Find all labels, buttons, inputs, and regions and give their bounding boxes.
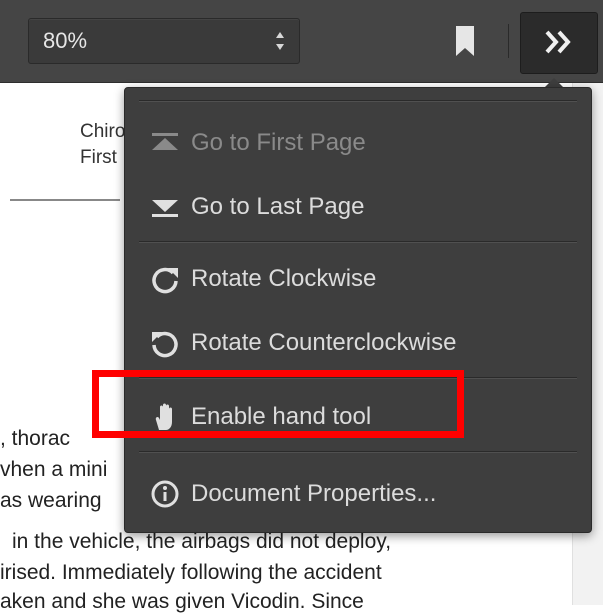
doc-text-line: in the vehicle, the airbags did not depl… (12, 530, 392, 553)
menu-item-last-page[interactable]: Go to Last Page (145, 184, 575, 230)
secondary-toolbar-toggle[interactable] (520, 12, 598, 74)
menu-divider (139, 451, 577, 453)
menu-item-label: Go to Last Page (191, 193, 365, 220)
menu-item-label: Rotate Clockwise (191, 265, 377, 292)
doc-text-line: irised. Immediately following the accide… (0, 561, 382, 584)
menu-item-label: Go to First Page (191, 129, 366, 156)
last-page-icon (152, 200, 178, 217)
menu-item-first-page[interactable]: Go to First Page (145, 120, 575, 166)
menu-divider (139, 241, 577, 243)
pdf-toolbar: 80% (0, 0, 603, 83)
zoom-value: 80% (43, 28, 88, 53)
doc-heading-line: First (80, 147, 117, 168)
bookmark-button[interactable] (448, 22, 482, 60)
doc-text-line: vhen a mini (0, 458, 108, 481)
first-page-icon (152, 133, 178, 150)
menu-item-rotate-cw[interactable]: Rotate Clockwise (145, 256, 575, 302)
doc-text-line: , thorac (0, 427, 71, 450)
menu-item-document-properties[interactable]: Document Properties... (145, 471, 575, 517)
select-arrows-icon (276, 32, 284, 50)
menu-item-label: Document Properties... (191, 480, 437, 507)
highlight-box (92, 370, 464, 438)
menu-divider (139, 100, 577, 102)
info-icon (151, 480, 179, 508)
toolbar-separator (508, 24, 509, 58)
menu-item-label: Rotate Counterclockwise (191, 329, 457, 356)
doc-heading-line: Chiro (80, 121, 126, 142)
doc-text-line: aken and she was given Vicodin. Since (0, 590, 364, 613)
menu-item-rotate-ccw[interactable]: Rotate Counterclockwise (145, 320, 575, 366)
bookmark-icon (456, 26, 474, 56)
rotate-cw-icon (152, 267, 178, 294)
double-chevron-right-icon (545, 30, 571, 54)
doc-text-line: as wearing (0, 489, 102, 512)
zoom-select[interactable]: 80% (28, 18, 300, 64)
doc-divider (10, 199, 120, 201)
secondary-toolbar-menu: Go to First Page Go to Last Page Rotate … (124, 87, 592, 533)
rotate-ccw-icon (152, 331, 178, 358)
